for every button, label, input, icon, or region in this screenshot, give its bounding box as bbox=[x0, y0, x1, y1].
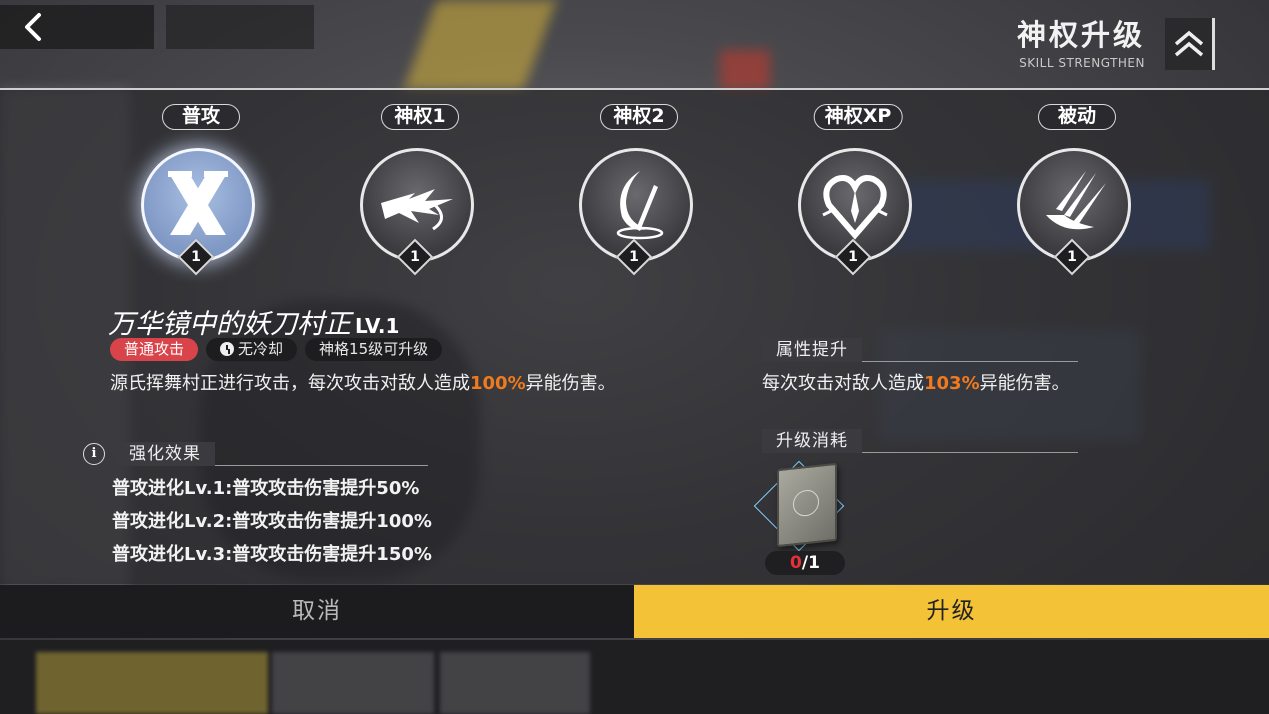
dash-slash-icon bbox=[381, 189, 453, 231]
skill-type-tag: 普通攻击 bbox=[110, 338, 199, 361]
skill-description: 源氏挥舞村正进行攻击，每次攻击对敌人造成100%异能伤害。 bbox=[110, 369, 670, 398]
crescent-sword-icon bbox=[616, 171, 664, 240]
evolution-item: 普攻进化Lv.1:普攻攻击伤害提升50% bbox=[112, 478, 420, 499]
chevron-left-icon bbox=[25, 13, 41, 41]
page-title: 神权升级 bbox=[1016, 18, 1145, 52]
skill-book-icon bbox=[777, 462, 837, 548]
double-chevron-up-icon bbox=[1174, 30, 1203, 57]
attr-text-end: 异能伤害。 bbox=[979, 373, 1070, 394]
skill-level-text: LV.1 bbox=[355, 314, 400, 338]
crossed-blades-icon bbox=[168, 171, 228, 235]
rank-badge bbox=[1165, 18, 1215, 70]
attribute-section-header: 属性提升 bbox=[762, 336, 1078, 362]
upgrade-button[interactable]: 升级 bbox=[634, 585, 1269, 638]
evolution-item: 普攻进化Lv.2:普攻攻击伤害提升100% bbox=[112, 511, 432, 532]
background-button bbox=[440, 652, 590, 714]
enhance-section-header: 强化效果 bbox=[115, 440, 428, 466]
attribute-title: 属性提升 bbox=[762, 338, 862, 362]
evolution-item: 普攻进化Lv.3:普攻攻击伤害提升150% bbox=[112, 544, 432, 565]
attribute-description: 每次攻击对敌人造成103%异能伤害。 bbox=[762, 369, 1070, 395]
attr-damage-value: 103% bbox=[924, 373, 980, 394]
skill-label: 神权XP bbox=[813, 104, 903, 130]
background-button bbox=[272, 652, 434, 714]
section-divider bbox=[862, 451, 1078, 453]
clock-icon bbox=[220, 342, 235, 356]
header-divider bbox=[0, 88, 1269, 90]
info-icon[interactable]: i bbox=[83, 443, 105, 465]
cooldown-text: 无冷却 bbox=[238, 340, 284, 358]
section-divider bbox=[862, 360, 1078, 362]
skill-label: 普攻 bbox=[162, 104, 240, 130]
skill-label: 神权1 bbox=[381, 104, 459, 130]
claw-strike-icon bbox=[1046, 171, 1106, 230]
requirement-tag: 神格15级可升级 bbox=[305, 338, 443, 361]
cooldown-tag: 无冷却 bbox=[206, 338, 298, 361]
desc-text-end: 异能伤害。 bbox=[525, 373, 616, 394]
skill-slot-divine-xp[interactable]: 神权XP 1 bbox=[796, 104, 920, 276]
skill-label: 神权2 bbox=[600, 104, 678, 130]
heart-flame-icon bbox=[822, 175, 888, 240]
skill-label: 被动 bbox=[1038, 104, 1116, 130]
cost-count: 0/1 bbox=[765, 551, 845, 575]
cost-have: 0 bbox=[790, 553, 802, 573]
cost-section-header: 升级消耗 bbox=[762, 427, 1078, 453]
page-subtitle: SKILL STRENGTHEN bbox=[1019, 56, 1145, 70]
attr-text: 每次攻击对敌人造成 bbox=[762, 373, 924, 394]
cost-title: 升级消耗 bbox=[762, 429, 862, 453]
skill-slot-passive[interactable]: 被动 1 bbox=[1015, 104, 1139, 276]
background-button bbox=[36, 652, 268, 714]
enhance-title: 强化效果 bbox=[115, 442, 215, 466]
background-tab bbox=[166, 5, 314, 49]
skill-slot-divine-1[interactable]: 神权1 1 bbox=[358, 104, 482, 276]
cancel-button[interactable]: 取消 bbox=[0, 585, 634, 638]
skill-slot-normal-attack[interactable]: 普攻 1 bbox=[139, 104, 263, 276]
skill-name: 万华镜中的妖刀村正 LV.1 bbox=[108, 302, 399, 341]
section-divider bbox=[215, 464, 428, 466]
skill-slot-divine-2[interactable]: 神权2 1 bbox=[577, 104, 701, 276]
cost-item[interactable] bbox=[753, 460, 851, 554]
desc-text: 源氏挥舞村正进行攻击，每次攻击对敌人造成 bbox=[110, 373, 470, 394]
desc-damage-value: 100% bbox=[470, 373, 526, 394]
skill-name-text: 万华镜中的妖刀村正 bbox=[108, 309, 351, 340]
skill-tags: 普通攻击 无冷却 神格15级可升级 bbox=[110, 338, 443, 361]
cost-need: /1 bbox=[801, 553, 820, 573]
page-header: 神权升级 SKILL STRENGTHEN bbox=[1017, 18, 1145, 70]
back-button[interactable] bbox=[0, 5, 154, 49]
